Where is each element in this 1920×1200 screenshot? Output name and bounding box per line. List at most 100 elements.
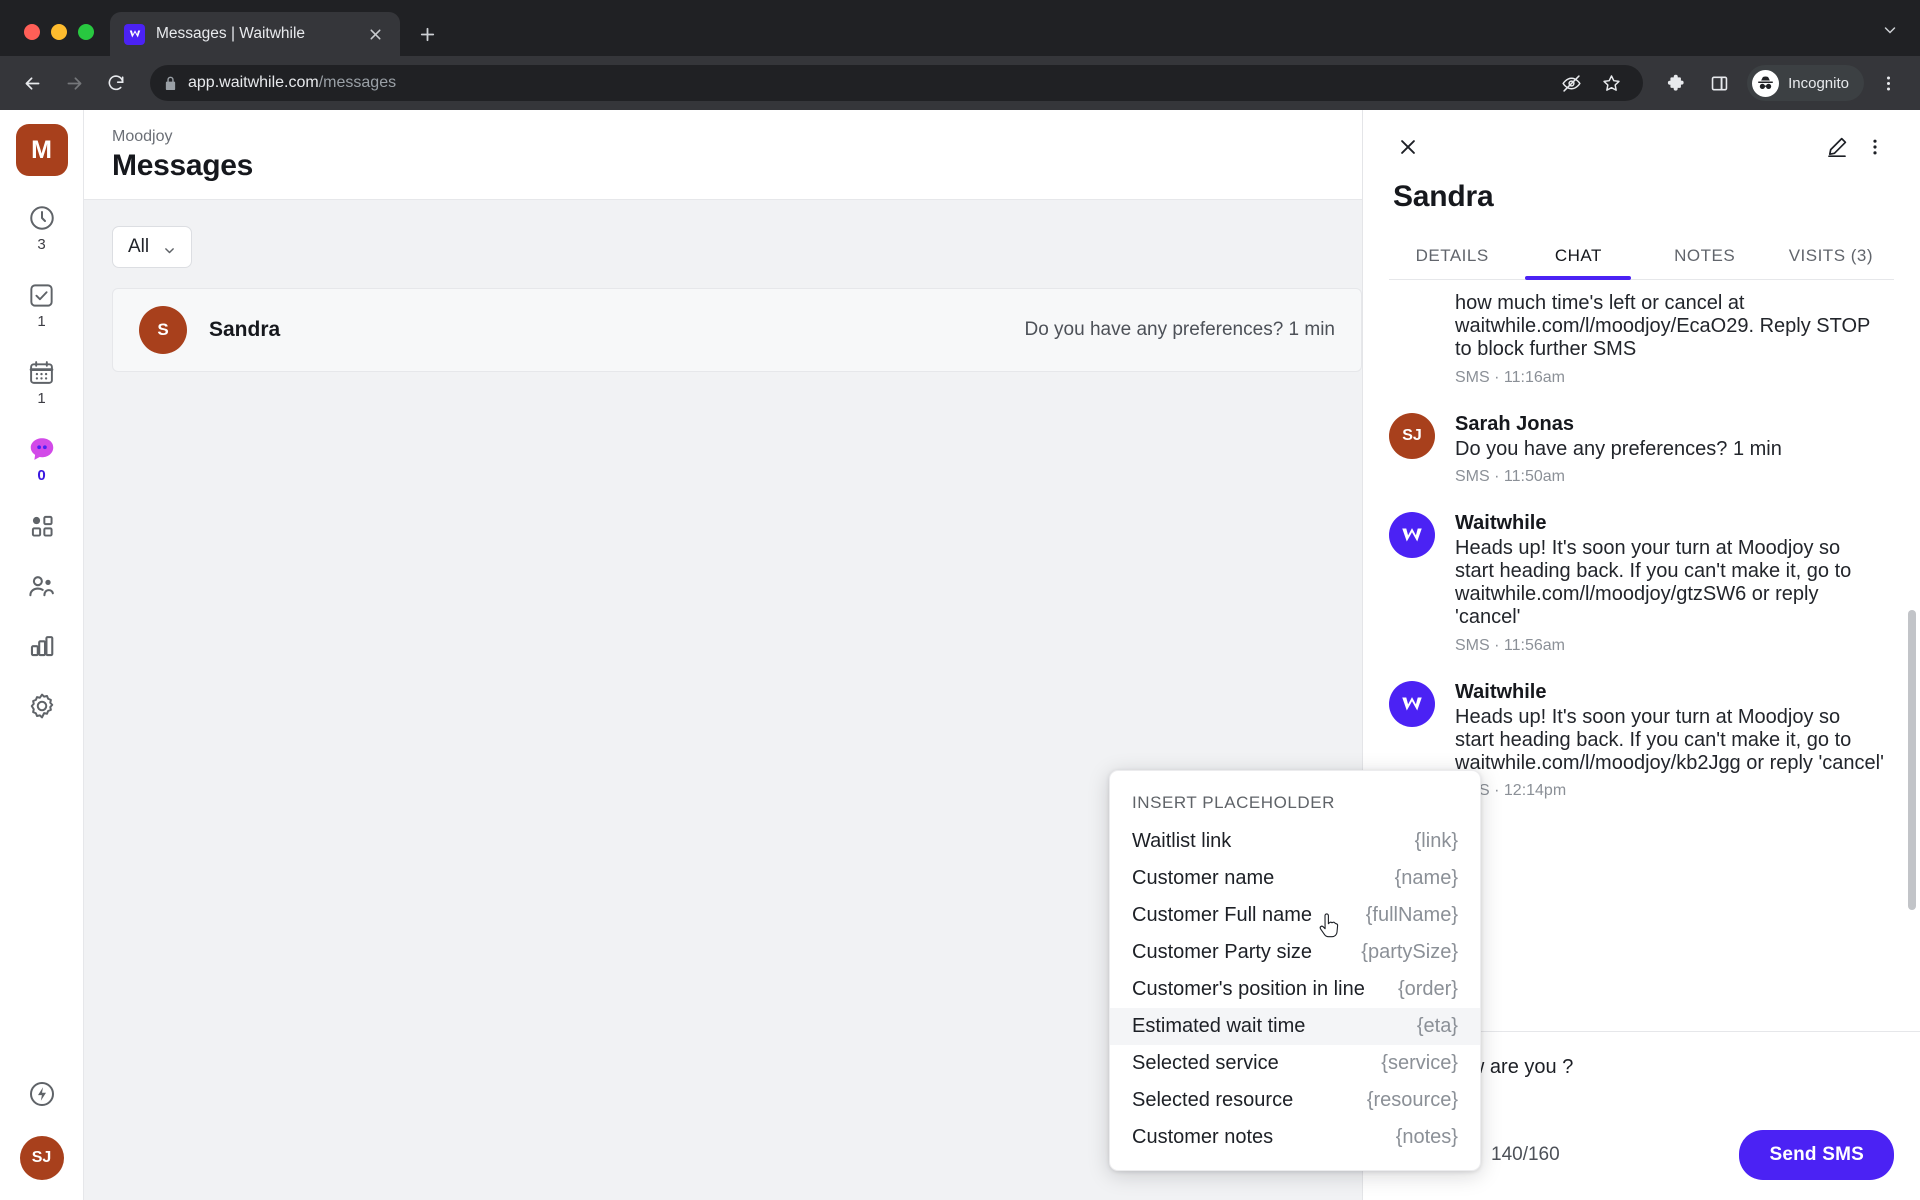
avatar: S [139,306,187,354]
apps-grid-icon [28,510,56,542]
conversation-list: S Sandra Do you have any preferences? 1 … [84,288,1362,372]
gear-icon [27,690,57,722]
avatar: SJ [1389,412,1435,459]
placeholder-item-fullname[interactable]: Customer Full name {fullName} [1110,897,1480,934]
user-avatar[interactable]: SJ [19,1136,64,1180]
placeholder-item-notes[interactable]: Customer notes {notes} [1110,1119,1480,1156]
page-header: Moodjoy Messages [84,110,1362,200]
close-icon[interactable] [1389,128,1427,166]
placeholder-item-service[interactable]: Selected service {service} [1110,1045,1480,1082]
org-badge[interactable]: M [15,124,68,176]
reload-icon[interactable] [98,65,134,101]
browser-tab-title: Messages | Waitwhile [156,25,306,42]
sidebar-item-apps[interactable] [10,510,74,544]
placeholder-label: Selected resource [1132,1089,1294,1111]
close-window-button[interactable] [24,24,40,40]
placeholder-token: {fullName} [1365,904,1458,926]
clock-icon [27,202,57,234]
sidebar-count-tasks: 1 [37,313,46,330]
sidebar-item-analytics[interactable] [10,630,74,664]
waitwhile-logo-icon [1389,511,1435,558]
conversation-row[interactable]: S Sandra Do you have any preferences? 1 … [112,288,1362,372]
conversation-preview: Do you have any preferences? 1 min [1024,319,1335,340]
placeholder-label: Estimated wait time [1132,1015,1306,1037]
placeholder-token: {notes} [1395,1126,1458,1148]
chat-message-meta: SMS · 11:16am [1455,368,1565,386]
customer-name: Sandra [1393,180,1494,213]
people-icon [27,570,56,602]
placeholder-token: {resource} [1366,1089,1458,1111]
pencil-edit-icon[interactable] [1818,128,1856,166]
placeholder-token: {eta} [1416,1015,1458,1037]
maximize-window-button[interactable] [78,24,94,40]
sidebar-count-waitlist: 3 [37,236,46,253]
placeholder-label: Waitlist link [1132,830,1232,852]
chat-message-sender: Waitwhile [1455,511,1547,534]
eye-slash-icon[interactable] [1553,65,1589,101]
sidebar-item-calendar[interactable]: 1 [10,356,74,407]
browser-toolbar: app.waitwhile.com/messages Incognito [0,56,1920,110]
placeholder-token: {service} [1381,1052,1458,1074]
incognito-profile-button[interactable]: Incognito [1747,65,1864,101]
url-path: /messages [318,74,397,91]
sidebar-item-customers[interactable] [10,570,74,604]
chat-scrollbar[interactable] [1908,610,1916,910]
address-bar[interactable]: app.waitwhile.com/messages [150,65,1644,101]
puzzle-piece-icon[interactable] [1659,65,1695,101]
side-panel-icon[interactable] [1701,65,1737,101]
address-bar-url: app.waitwhile.com/messages [188,74,396,92]
tab-details[interactable]: DETAILS [1389,236,1515,279]
bolt-circle-icon[interactable] [27,1079,57,1114]
character-counter: 140/160 [1491,1144,1560,1165]
chat-message: Waitwhile Heads up! It's soon your turn … [1389,511,1884,655]
sidebar-item-tasks[interactable]: 1 [10,279,74,330]
filter-dropdown[interactable]: All [112,226,193,268]
placeholder-item-name[interactable]: Customer name {name} [1110,860,1480,897]
insert-placeholder-menu: INSERT PLACEHOLDER Waitlist link {link} … [1109,770,1481,1171]
placeholder-label: Customer name [1132,867,1275,889]
forward-arrow-icon[interactable] [56,65,92,101]
incognito-label: Incognito [1788,74,1849,92]
chat-message-meta: SMS · 12:14pm [1455,782,1567,800]
calendar-icon [27,356,56,388]
placeholder-label: Customer Party size [1132,941,1313,963]
close-icon[interactable] [362,21,388,47]
customer-panel-tabs: DETAILS CHAT NOTES VISITS (3) [1389,236,1894,280]
tab-notes[interactable]: NOTES [1642,236,1768,279]
new-tab-button[interactable] [410,17,444,51]
sidebar-item-messages[interactable]: 0 [10,433,74,484]
three-dots-vertical-icon[interactable] [1856,128,1894,166]
placeholder-item-eta[interactable]: Estimated wait time {eta} [1110,1008,1480,1045]
placeholder-item-order[interactable]: Customer's position in line {order} [1110,971,1480,1008]
sidebar-item-waitlist[interactable]: 3 [10,202,74,253]
browser-tab-strip: Messages | Waitwhile [0,0,1920,56]
chat-message: SJ Sarah Jonas Do you have any preferenc… [1389,412,1884,486]
conversation-name: Sandra [209,318,281,341]
sidebar-item-settings[interactable] [10,690,74,724]
chat-message-text: Heads up! It's soon your turn at Moodjoy… [1455,536,1852,629]
send-sms-button[interactable]: Send SMS [1739,1130,1894,1180]
placeholder-item-partysize[interactable]: Customer Party size {partySize} [1110,934,1480,971]
tab-visits[interactable]: VISITS (3) [1768,236,1894,279]
placeholder-token: {order} [1397,978,1458,1000]
tab-chat[interactable]: CHAT [1515,236,1641,280]
check-square-icon [27,279,56,311]
placeholder-item-link[interactable]: Waitlist link {link} [1110,823,1480,860]
bar-chart-icon [28,630,56,662]
sidebar-bottom: SJ [19,1079,64,1200]
browser-tab[interactable]: Messages | Waitwhile [110,12,400,56]
chat-message-sender: Sarah Jonas [1455,412,1574,435]
page-title: Messages [112,149,254,182]
chevron-down-icon [163,241,176,254]
sidebar-count-messages: 0 [37,467,46,484]
three-dots-vertical-icon[interactable] [1870,65,1906,101]
tab-search-chevron-icon[interactable] [1882,22,1920,56]
star-icon[interactable] [1593,65,1629,101]
placeholder-token: {name} [1394,867,1458,889]
back-arrow-icon[interactable] [14,65,50,101]
minimize-window-button[interactable] [51,24,67,40]
avatar [1389,292,1435,338]
placeholder-label: Customer notes [1132,1126,1274,1148]
filter-dropdown-value: All [128,236,150,257]
placeholder-item-resource[interactable]: Selected resource {resource} [1110,1082,1480,1119]
